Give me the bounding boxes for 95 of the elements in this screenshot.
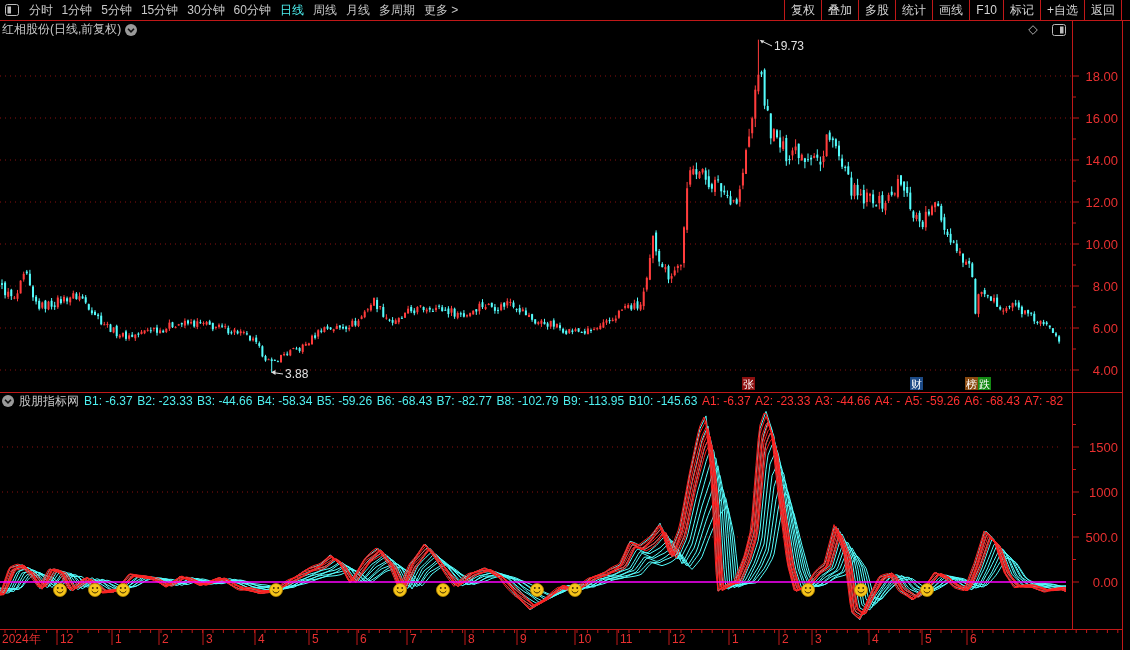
event-tag: 张 xyxy=(742,377,755,390)
period-tab[interactable]: 30分钟 xyxy=(182,0,230,20)
smiley-icon xyxy=(854,583,868,597)
toolbar-button[interactable]: +自选 xyxy=(1040,0,1084,20)
smiley-icon xyxy=(116,583,130,597)
time-axis-label: 6 xyxy=(970,632,977,646)
smiley-icon xyxy=(920,583,934,597)
toolbar-button[interactable]: 叠加 xyxy=(821,0,859,20)
price-axis-label: 4.00 xyxy=(1092,363,1118,378)
smiley-icon xyxy=(801,583,815,597)
diamond-icon[interactable] xyxy=(1028,24,1038,35)
time-axis-label: 3 xyxy=(815,632,822,646)
indicator-value: B6: -68.43 xyxy=(376,394,433,408)
chart-title: 红相股份(日线,前复权) xyxy=(2,21,122,38)
indicator-value: B9: -113.95 xyxy=(563,394,625,408)
time-axis-label: 12 xyxy=(672,632,686,646)
indicator-value: A5: -59.26 xyxy=(904,394,961,408)
price-axis-label: 8.00 xyxy=(1092,279,1118,294)
time-axis-label: 10 xyxy=(578,632,592,646)
time-axis-label: 4 xyxy=(258,632,265,646)
leader-arrow xyxy=(271,370,284,375)
time-axis-label: 3 xyxy=(206,632,213,646)
time-axis-label: 7 xyxy=(410,632,417,646)
indicator-value: B5: -59.26 xyxy=(316,394,373,408)
smiley-icon xyxy=(269,583,283,597)
time-axis-label: 8 xyxy=(468,632,475,646)
dropdown-icon[interactable] xyxy=(125,23,138,36)
period-tab[interactable]: 分时 xyxy=(24,0,57,20)
indicator-value: A7: -82 xyxy=(1024,394,1064,408)
indicator-value: A6: -68.43 xyxy=(964,394,1020,408)
period-tab[interactable]: 60分钟 xyxy=(229,0,276,20)
period-tab[interactable]: 1分钟 xyxy=(57,0,97,20)
period-tab[interactable]: 5分钟 xyxy=(96,0,137,20)
indicator-value: B7: -82.77 xyxy=(436,394,492,408)
dropdown-icon[interactable] xyxy=(2,395,14,407)
time-axis-label: 11 xyxy=(620,632,633,646)
toolbar-button[interactable]: 画线 xyxy=(932,0,970,20)
smiley-icon xyxy=(568,583,582,597)
indicator-value: B3: -44.66 xyxy=(197,394,253,408)
time-axis-label: 2 xyxy=(782,632,789,646)
indicator-value: B1: -6.37 xyxy=(84,394,133,408)
toolbar-button[interactable]: 统计 xyxy=(895,0,933,20)
time-axis-label: 1 xyxy=(115,632,122,646)
indicator-title: 股朋指标网 xyxy=(18,392,79,410)
event-tag: 榜 xyxy=(965,377,978,390)
toolbar-button[interactable]: 返回 xyxy=(1084,0,1121,20)
indicator-value: B2: -23.33 xyxy=(137,394,193,408)
toolbar-button[interactable]: 复权 xyxy=(784,0,822,20)
time-axis-label: 5 xyxy=(312,632,319,646)
indicator-axis-label: 1500 xyxy=(1089,440,1118,455)
indicator-value: A4: - xyxy=(874,394,901,408)
time-axis-label: 6 xyxy=(360,632,367,646)
indicator-axis-label: 1000 xyxy=(1089,485,1118,500)
time-axis-label: 1 xyxy=(732,632,739,646)
time-axis-label: 9 xyxy=(520,632,527,646)
period-tab[interactable]: 更多 > xyxy=(419,0,463,20)
sidebar-toggle-icon[interactable] xyxy=(5,4,19,16)
event-tag: 跌 xyxy=(978,377,991,390)
time-axis-label: 2 xyxy=(162,632,169,646)
indicator-value: B8: -102.79 xyxy=(496,394,559,408)
period-tab[interactable]: 多周期 xyxy=(374,0,420,20)
indicator-value: A2: -23.33 xyxy=(755,394,811,408)
toolbar-button[interactable]: 标记 xyxy=(1003,0,1040,20)
period-tab[interactable]: 周线 xyxy=(308,0,342,20)
indicator-value: A1: -6.37 xyxy=(701,394,751,408)
period-tab[interactable]: 日线 xyxy=(275,0,309,20)
period-tab[interactable]: 月线 xyxy=(341,0,375,20)
smiley-icon xyxy=(393,583,407,597)
toolbar-button[interactable]: F10 xyxy=(969,0,1003,20)
low-price-label: 3.88 xyxy=(285,367,309,381)
leader-arrow xyxy=(760,40,773,47)
panel-toggle-icon[interactable] xyxy=(1052,23,1066,36)
indicator-axis-label: 0.00 xyxy=(1092,575,1118,590)
event-tag: 财 xyxy=(910,377,923,390)
price-axis-label: 12.00 xyxy=(1085,195,1118,210)
price-axis-label: 14.00 xyxy=(1085,153,1118,168)
price-axis-label: 16.00 xyxy=(1085,111,1118,126)
high-price-label: 19.73 xyxy=(774,39,805,53)
smiley-icon xyxy=(88,583,102,597)
indicator-value: B10: -145.63 xyxy=(628,394,698,408)
price-axis-label: 18.00 xyxy=(1085,69,1118,84)
price-axis-label: 10.00 xyxy=(1085,237,1118,252)
time-axis-label: 4 xyxy=(872,632,879,646)
period-tab[interactable]: 15分钟 xyxy=(136,0,183,20)
smiley-icon xyxy=(530,583,544,597)
indicator-value: B4: -58.34 xyxy=(256,394,313,408)
indicator-value: A3: -44.66 xyxy=(814,394,871,408)
time-axis-label: 2024年 xyxy=(2,632,41,646)
smiley-icon xyxy=(53,583,67,597)
price-axis-label: 6.00 xyxy=(1092,321,1118,336)
indicator-axis-label: 500.0 xyxy=(1085,530,1118,545)
smiley-icon xyxy=(436,583,450,597)
toolbar-button[interactable]: 多股 xyxy=(858,0,896,20)
time-axis-label: 12 xyxy=(60,632,74,646)
time-axis-label: 5 xyxy=(925,632,932,646)
